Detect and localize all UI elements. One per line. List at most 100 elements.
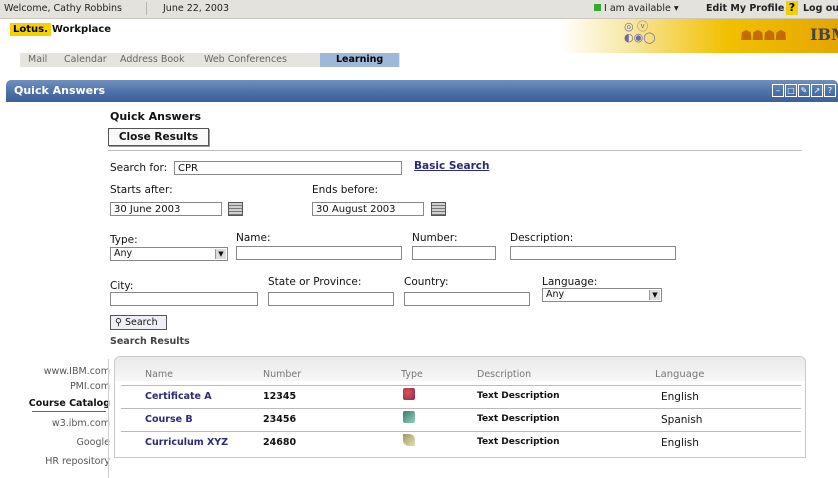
ibm-logo: IBM [810, 25, 838, 44]
description-label: Description: [510, 232, 574, 244]
result-description: Text Description [477, 391, 560, 401]
state-field[interactable] [268, 292, 394, 306]
language-select-value: Any [546, 289, 565, 300]
type-label: Type: [110, 234, 138, 246]
column-header-language: Language [655, 369, 705, 380]
edit-icon[interactable]: ✎ [798, 84, 810, 97]
portlet-controls: – □ ✎ ↗? [771, 83, 836, 97]
help-icon[interactable]: ? [824, 84, 836, 97]
form-heading: Quick Answers [110, 110, 202, 123]
search-button-label: Search [124, 317, 158, 328]
result-description: Text Description [477, 437, 560, 447]
search-for-label: Search for: [110, 162, 168, 174]
tab-strip: Mail Calendar Address Book Web Conferenc… [20, 53, 400, 67]
language-label: Language: [542, 276, 598, 288]
tab-calendar[interactable]: Calendar [64, 54, 107, 65]
city-field[interactable] [110, 292, 258, 306]
current-date: June 22, 2003 [163, 3, 230, 14]
tab-learning[interactable]: Learning [320, 53, 400, 67]
availability-label: I am available ▾ [604, 3, 679, 14]
table-row: Certificate A 12345 Text Description Eng… [121, 385, 801, 407]
result-name-link[interactable]: Course B [145, 414, 193, 425]
welcome-text: Welcome, Cathy Robbins [4, 3, 122, 14]
type-select[interactable]: Any ▼ [110, 247, 228, 261]
popout-icon[interactable]: ↗ [811, 84, 823, 97]
calendar-icon[interactable] [431, 202, 446, 216]
left-divider [108, 359, 109, 478]
ends-before-label: Ends before: [312, 184, 379, 196]
result-number: 24680 [263, 437, 297, 448]
lotus-logo-text: Lotus. [10, 23, 51, 36]
help-icon[interactable]: ? [786, 1, 798, 15]
collaboration-graphic-icon: ◎ ⓥ ◐◉◯ [624, 20, 656, 44]
search-input[interactable]: CPR [174, 161, 402, 175]
number-label: Number: [412, 232, 458, 244]
language-select[interactable]: Any ▼ [542, 288, 662, 302]
result-name-link[interactable]: Curriculum XYZ [145, 437, 228, 448]
column-header-number: Number [263, 369, 302, 380]
city-label: City: [110, 280, 134, 292]
left-link-ibm[interactable]: www.IBM.com [44, 366, 110, 377]
result-description: Text Description [477, 414, 560, 424]
state-label: State or Province: [268, 276, 362, 288]
type-select-value: Any [114, 248, 133, 259]
column-header-description: Description [477, 369, 532, 380]
description-field[interactable] [510, 246, 676, 260]
left-link-w3[interactable]: w3.ibm.com [52, 418, 110, 429]
column-header-name: Name [145, 369, 174, 380]
tab-web-conferences[interactable]: Web Conferences [204, 54, 287, 65]
calendar-icon[interactable] [228, 202, 243, 216]
availability-menu[interactable]: I am available ▾ [594, 3, 679, 14]
result-name-link[interactable]: Certificate A [145, 391, 212, 402]
brand-banner: ◎ ⓥ◐◉◯ ☗☗☗☗ IBM [560, 19, 838, 53]
table-row: Curriculum XYZ 24680 Text Description En… [121, 431, 801, 453]
portlet-header: Quick Answers – □ ✎ ↗? [6, 80, 838, 102]
nav-tabs: Mail Calendar Address Book Web Conferenc… [0, 53, 838, 67]
workplace-logo: Lotus. Workplace [10, 22, 111, 36]
country-field[interactable] [404, 292, 530, 306]
edit-profile-link[interactable]: Edit My Profile [706, 3, 784, 14]
course-icon [403, 411, 415, 423]
certificate-icon [403, 388, 415, 400]
name-field[interactable] [236, 246, 402, 260]
column-header-type: Type [401, 369, 423, 380]
result-number: 23456 [263, 414, 297, 425]
ends-before-field[interactable]: 30 August 2003 [312, 202, 424, 216]
tab-address-book[interactable]: Address Book [120, 54, 185, 65]
starts-after-label: Starts after: [110, 184, 173, 196]
basic-search-link[interactable]: Basic Search [414, 160, 489, 172]
country-label: Country: [404, 276, 449, 288]
maximize-icon[interactable]: □ [785, 84, 797, 97]
left-link-hr-repository[interactable]: HR repository [45, 456, 110, 467]
active-link-underline [32, 411, 106, 412]
search-button[interactable]: ⚲ Search [110, 315, 167, 330]
chevron-down-icon: ▼ [215, 249, 226, 259]
result-language: English [661, 437, 699, 449]
portlet-title: Quick Answers [14, 84, 106, 97]
divider [108, 150, 802, 151]
result-language: Spanish [661, 414, 703, 426]
workplace-logo-text: Workplace [51, 24, 112, 35]
divider [146, 2, 147, 15]
results-table: Name Number Type Description Language Ce… [114, 356, 806, 458]
tab-mail[interactable]: Mail [28, 54, 47, 65]
starts-after-field[interactable]: 30 June 2003 [110, 202, 222, 216]
result-number: 12345 [263, 391, 297, 402]
close-results-button[interactable]: Close Results [108, 128, 209, 146]
number-field[interactable] [412, 246, 496, 260]
logout-link[interactable]: Log ou [803, 3, 838, 14]
left-link-google[interactable]: Google [76, 437, 110, 448]
result-language: English [661, 391, 699, 403]
people-graphic-icon: ☗☗☗☗ [740, 28, 787, 44]
name-label: Name: [236, 232, 271, 244]
results-header: Name Number Type Description Language [115, 357, 805, 381]
left-link-course-catalog[interactable]: Course Catalog [29, 398, 110, 409]
minimize-icon[interactable]: – [772, 84, 784, 97]
results-title: Search Results [110, 336, 190, 347]
left-link-pmi[interactable]: PMI.com [70, 381, 110, 392]
curriculum-icon [403, 434, 415, 446]
status-icon [594, 4, 601, 11]
chevron-down-icon: ▼ [649, 290, 660, 300]
search-icon: ⚲ [115, 317, 125, 328]
top-bar: Welcome, Cathy Robbins June 22, 2003 I a… [0, 0, 838, 19]
